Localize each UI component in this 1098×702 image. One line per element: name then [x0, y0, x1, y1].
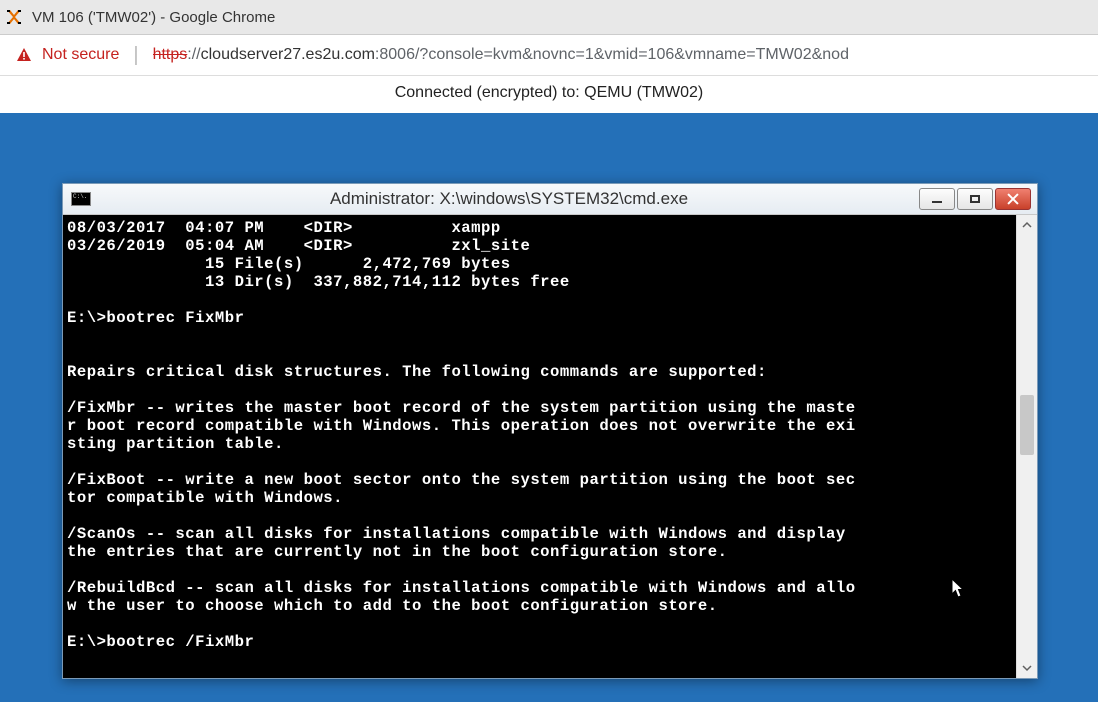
url-port: :8006 [375, 46, 415, 63]
cmd-body-wrap: 08/03/2017 04:07 PM <DIR> xampp 03/26/20… [63, 215, 1037, 678]
url-scheme-struck: https [153, 46, 188, 63]
novnc-status: Connected (encrypted) to: QEMU (TMW02) [0, 76, 1098, 110]
scroll-up-button[interactable] [1017, 215, 1037, 235]
not-secure-label[interactable]: Not secure [42, 46, 119, 64]
scroll-track[interactable] [1017, 235, 1037, 658]
url-schemesep: :// [187, 46, 200, 63]
chrome-tab-title[interactable]: VM 106 ('TMW02') - Google Chrome [32, 9, 275, 26]
maximize-icon [970, 195, 980, 203]
cmd-vscrollbar[interactable] [1016, 215, 1037, 678]
window-controls [919, 188, 1037, 210]
url-rest: /?console=kvm&novnc=1&vmid=106&vmname=TM… [415, 46, 849, 63]
scroll-down-button[interactable] [1017, 658, 1037, 678]
proxmox-favicon [6, 9, 22, 25]
scroll-thumb[interactable] [1020, 395, 1034, 455]
not-secure-icon [16, 47, 32, 63]
cmd-window-title: Administrator: X:\windows\SYSTEM32\cmd.e… [99, 189, 919, 209]
chrome-tab-bar: VM 106 ('TMW02') - Google Chrome [0, 0, 1098, 35]
cmd-app-icon[interactable]: C:\. [71, 192, 91, 206]
vm-desktop[interactable]: C:\. Administrator: X:\windows\SYSTEM32\… [0, 110, 1098, 702]
cmd-titlebar[interactable]: C:\. Administrator: X:\windows\SYSTEM32\… [63, 184, 1037, 215]
url-host: cloudserver27.es2u.com [201, 46, 375, 63]
chevron-up-icon [1022, 220, 1032, 230]
cmd-window[interactable]: C:\. Administrator: X:\windows\SYSTEM32\… [62, 183, 1038, 679]
chevron-down-icon [1022, 663, 1032, 673]
addressbar-separator: | [129, 44, 142, 67]
chrome-address-bar: Not secure | https://cloudserver27.es2u.… [0, 35, 1098, 76]
minimize-button[interactable] [919, 188, 955, 210]
close-icon [1006, 192, 1020, 206]
minimize-icon [932, 201, 942, 203]
close-button[interactable] [995, 188, 1031, 210]
maximize-button[interactable] [957, 188, 993, 210]
address-url[interactable]: https://cloudserver27.es2u.com:8006/?con… [153, 46, 849, 64]
cmd-output[interactable]: 08/03/2017 04:07 PM <DIR> xampp 03/26/20… [63, 215, 1017, 678]
novnc-status-text: Connected (encrypted) to: QEMU (TMW02) [395, 84, 704, 102]
